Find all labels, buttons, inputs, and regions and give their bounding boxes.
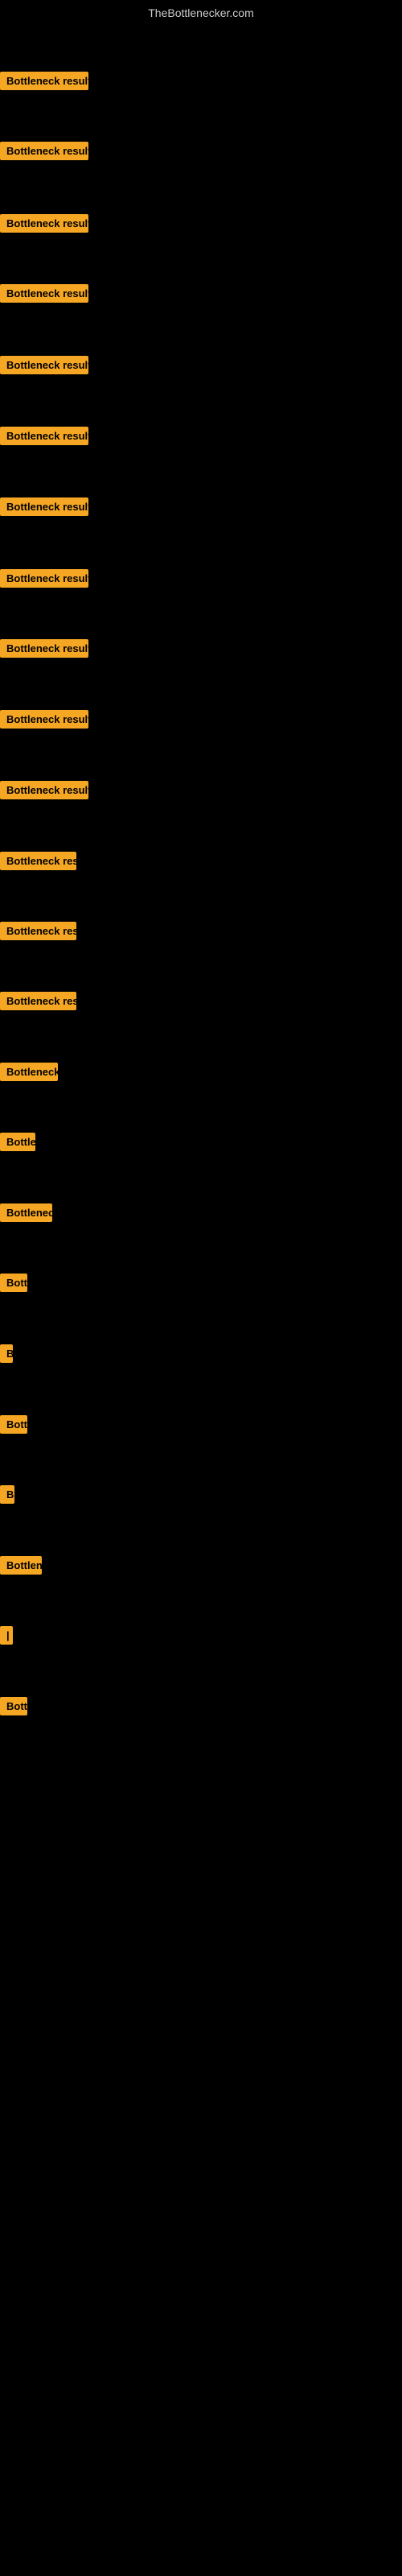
list-item: Bottleneck result bbox=[0, 710, 402, 734]
bottleneck-label-19: B bbox=[0, 1344, 13, 1363]
list-item: Bottleneck result bbox=[0, 142, 402, 166]
bottleneck-label-20: Bott bbox=[0, 1415, 27, 1434]
list-item: B bbox=[0, 1344, 402, 1368]
list-item: Bottle bbox=[0, 1133, 402, 1157]
list-item: Bottleneck resu bbox=[0, 922, 402, 946]
list-item: Bottleneck result bbox=[0, 781, 402, 805]
list-item: Bottleneck bbox=[0, 1063, 402, 1087]
bottleneck-label-21: Bo bbox=[0, 1485, 14, 1504]
list-item: Bottlenec bbox=[0, 1203, 402, 1228]
bottleneck-label-4: Bottleneck result bbox=[0, 284, 88, 303]
list-item: Bottlen bbox=[0, 1556, 402, 1580]
bottleneck-label-23: | bbox=[0, 1626, 13, 1645]
list-item: Bottleneck resu bbox=[0, 992, 402, 1016]
list-item: Bott bbox=[0, 1274, 402, 1298]
bottleneck-label-17: Bottlenec bbox=[0, 1203, 52, 1222]
bottleneck-label-1: Bottleneck result bbox=[0, 72, 88, 90]
bottleneck-label-3: Bottleneck result bbox=[0, 214, 88, 233]
list-item: Bottleneck resu bbox=[0, 852, 402, 876]
list-item: Bottleneck result bbox=[0, 427, 402, 451]
bottleneck-label-11: Bottleneck result bbox=[0, 781, 88, 799]
page-container: TheBottlenecker.com Bottleneck resultBot… bbox=[0, 0, 402, 2576]
bottleneck-label-13: Bottleneck resu bbox=[0, 922, 76, 940]
list-item: Bottleneck result bbox=[0, 214, 402, 238]
site-title: TheBottlenecker.com bbox=[0, 0, 402, 26]
bottleneck-label-2: Bottleneck result bbox=[0, 142, 88, 160]
bottleneck-label-7: Bottleneck result bbox=[0, 497, 88, 516]
bottleneck-label-6: Bottleneck result bbox=[0, 427, 88, 445]
bottleneck-label-5: Bottleneck result bbox=[0, 356, 88, 374]
bottleneck-label-24: Bott bbox=[0, 1697, 27, 1715]
list-item: Bottleneck result bbox=[0, 497, 402, 522]
list-item: Bott bbox=[0, 1697, 402, 1721]
list-item: Bo bbox=[0, 1485, 402, 1509]
bottleneck-label-8: Bottleneck result bbox=[0, 569, 88, 588]
list-item: | bbox=[0, 1626, 402, 1650]
list-item: Bottleneck result bbox=[0, 72, 402, 96]
bottleneck-label-18: Bott bbox=[0, 1274, 27, 1292]
list-item: Bott bbox=[0, 1415, 402, 1439]
bottleneck-label-22: Bottlen bbox=[0, 1556, 42, 1575]
bottleneck-label-15: Bottleneck bbox=[0, 1063, 58, 1081]
list-item: Bottleneck result bbox=[0, 284, 402, 308]
bottleneck-label-9: Bottleneck result bbox=[0, 639, 88, 658]
bottleneck-label-14: Bottleneck resu bbox=[0, 992, 76, 1010]
bottleneck-label-12: Bottleneck resu bbox=[0, 852, 76, 870]
bottleneck-label-10: Bottleneck result bbox=[0, 710, 88, 729]
list-item: Bottleneck result bbox=[0, 356, 402, 380]
list-item: Bottleneck result bbox=[0, 569, 402, 593]
rows-container: Bottleneck result Bottleneck result Bottle… bbox=[0, 26, 402, 1777]
list-item: Bottleneck result bbox=[0, 639, 402, 663]
bottleneck-label-16: Bottle bbox=[0, 1133, 35, 1151]
